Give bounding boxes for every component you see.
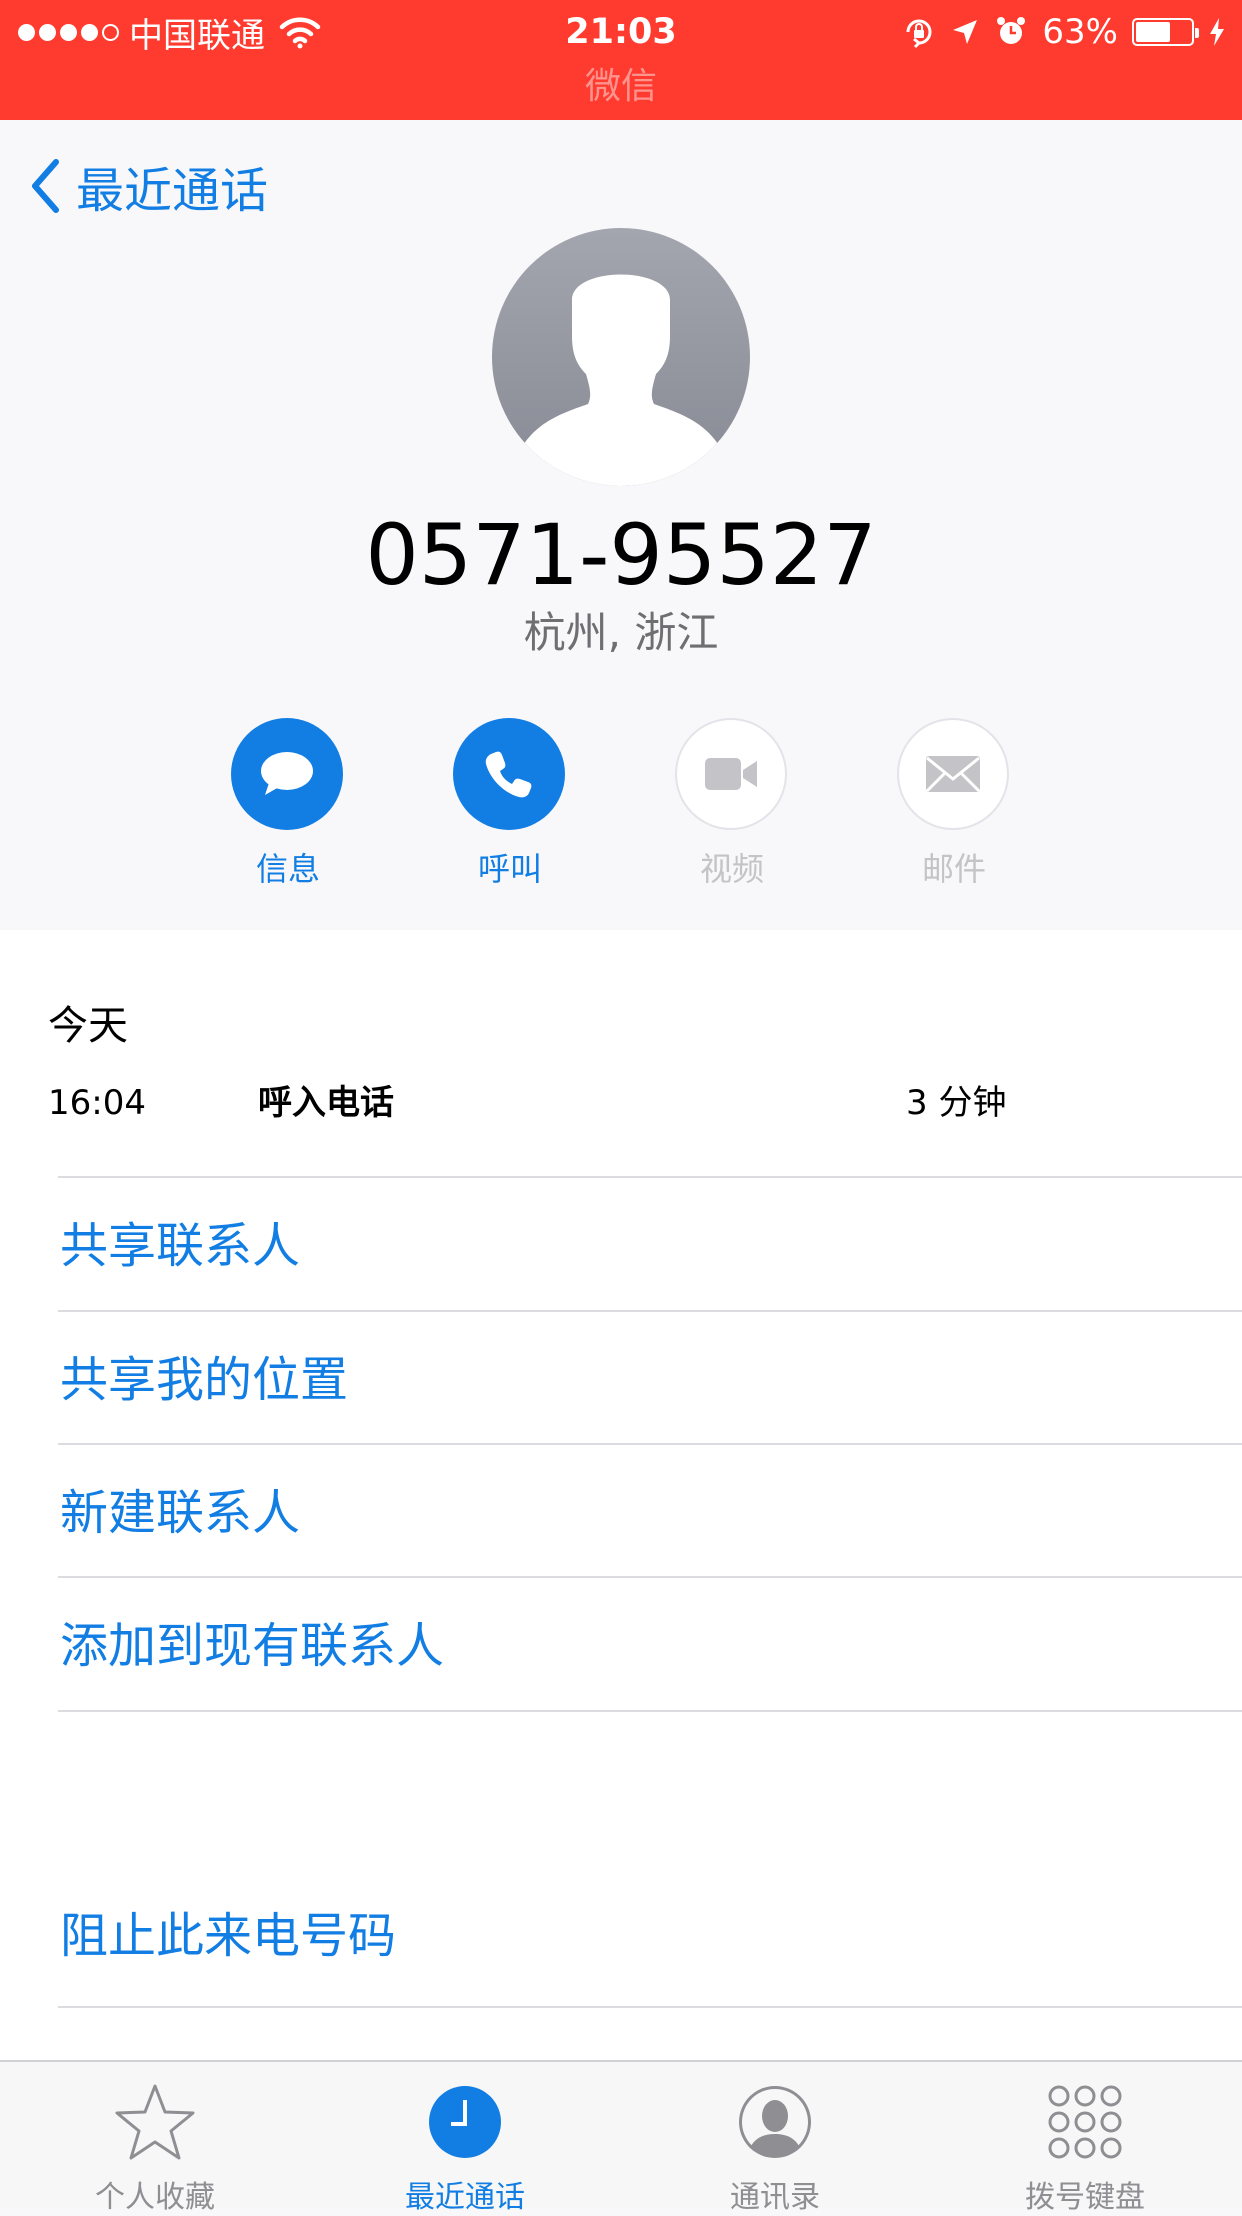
history-day: 今天 (48, 1003, 128, 1049)
tab-recents-label: 最近通话 (405, 2180, 525, 2215)
message-icon (231, 718, 343, 830)
tab-contacts[interactable]: 通讯录 (620, 2062, 930, 2215)
tab-favorites[interactable]: 个人收藏 (0, 2062, 310, 2215)
star-icon (113, 2080, 197, 2164)
contact-avatar (492, 228, 750, 486)
divider (58, 1310, 1242, 1312)
battery-icon (1132, 18, 1199, 46)
divider (58, 1443, 1242, 1445)
video-icon (675, 718, 787, 830)
tab-favorites-label: 个人收藏 (95, 2180, 215, 2215)
status-right: 63% (902, 8, 1226, 56)
divider (58, 1576, 1242, 1578)
chevron-left-icon (32, 159, 59, 213)
call-duration: 3 分钟 (906, 1083, 1007, 1123)
call-button[interactable]: 呼叫 (453, 718, 567, 888)
charging-bolt-icon (1210, 18, 1224, 46)
tab-contacts-label: 通讯录 (730, 2180, 820, 2215)
call-label: 呼叫 (477, 850, 542, 888)
contacts-icon (733, 2080, 817, 2164)
contact-location: 杭州, 浙江 (523, 608, 719, 657)
block-caller-option[interactable]: 阻止此来电号码 (60, 1904, 396, 1968)
tab-recents[interactable]: 最近通话 (310, 2062, 620, 2215)
divider (58, 1176, 1242, 1178)
share-contact-option[interactable]: 共享联系人 (60, 1214, 300, 1278)
contact-number: 0571-95527 (365, 506, 877, 604)
call-type: 呼入电话 (258, 1083, 394, 1123)
message-button[interactable]: 信息 (231, 718, 345, 888)
status-bar: 中国联通 21:03 微信 63% (0, 0, 1242, 120)
person-silhouette-icon (514, 274, 728, 486)
phone-icon (453, 718, 565, 830)
orientation-lock-icon (906, 19, 932, 49)
clock-icon (423, 2080, 507, 2164)
call-time: 16:04 (48, 1083, 146, 1123)
battery-percent: 63% (1042, 12, 1118, 52)
message-label: 信息 (255, 850, 320, 888)
divider (58, 1710, 1242, 1712)
mail-icon (897, 718, 1009, 830)
return-to-app[interactable]: 微信 (0, 64, 1242, 110)
details-section: 今天 16:04 呼入电话 3 分钟 共享联系人 共享我的位置 新建联系人 添加… (0, 930, 1242, 2060)
new-contact-option[interactable]: 新建联系人 (60, 1481, 300, 1545)
back-button[interactable]: 最近通话 (30, 150, 268, 222)
keypad-icon (1043, 2080, 1127, 2164)
tab-bar: 个人收藏 最近通话 通讯录 拨号键盘 (0, 2060, 1242, 2215)
mail-button[interactable]: 邮件 (897, 718, 1011, 888)
back-label: 最近通话 (76, 163, 269, 219)
add-to-existing-contact-option[interactable]: 添加到现有联系人 (60, 1614, 444, 1678)
tab-keypad[interactable]: 拨号键盘 (930, 2062, 1240, 2215)
video-button[interactable]: 视频 (675, 718, 789, 888)
mail-label: 邮件 (921, 850, 986, 888)
alarm-icon (997, 17, 1026, 44)
video-label: 视频 (699, 850, 764, 888)
divider (58, 2006, 1242, 2008)
share-location-option[interactable]: 共享我的位置 (60, 1348, 348, 1412)
location-arrow-icon (953, 20, 978, 44)
tab-keypad-label: 拨号键盘 (1025, 2180, 1145, 2215)
